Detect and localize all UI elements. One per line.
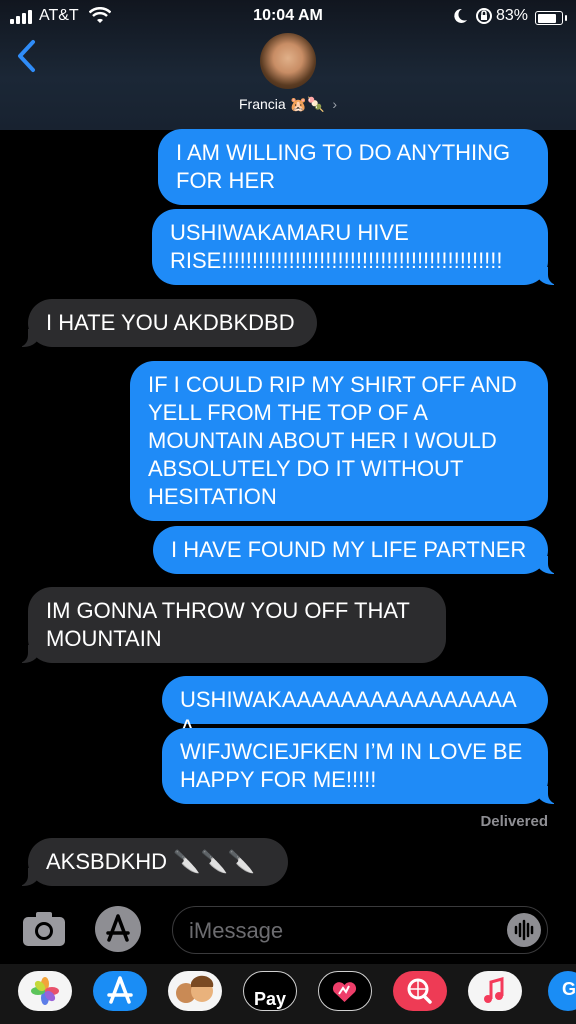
do-not-disturb-icon [454,8,467,23]
message-input[interactable]: iMessage [172,906,548,954]
message-bubble-received[interactable]: AKSBDKHD 🔪🔪🔪 [14,838,288,886]
contact-name-row[interactable]: Francia 🐹🍡 › [0,96,576,113]
message-bubble-sent[interactable]: I AM WILLING TO DO ANYTHING FOR HER [158,129,548,205]
message-text: AKSBDKHD 🔪🔪🔪 [46,849,256,874]
battery-percentage: 83% [496,7,529,24]
app-store-icon[interactable] [93,971,147,1011]
contact-avatar[interactable] [260,33,316,89]
delivered-status: Delivered [480,813,548,830]
contact-emoji: 🐹🍡 [289,96,325,112]
message-text: I AM WILLING TO DO ANYTHING FOR HER [176,140,511,193]
battery-icon [535,11,567,25]
camera-icon[interactable] [22,911,66,947]
apple-pay-label: Pay [253,989,287,1009]
message-text: I HAVE FOUND MY LIFE PARTNER [171,537,527,562]
message-bubble-sent[interactable]: USHIWAKAMARU HIVE RISE!!!!!!!!!!!!!!!!!!… [152,209,562,285]
gif-icon-label: G [562,979,576,999]
status-bar: AT&T 10:04 AM 83% [0,6,576,28]
message-text: IF I COULD RIP MY SHIRT OFF AND YELL FRO… [148,372,517,509]
message-text: WIFJWCIEJFKEN I’M IN LOVE BE HAPPY FOR M… [180,739,523,792]
message-bubble-sent[interactable]: WIFJWCIEJFKEN I’M IN LOVE BE HAPPY FOR M… [162,728,562,804]
chevron-right-icon: › [332,96,337,112]
conversation-header: AT&T 10:04 AM 83% Francia 🐹🍡 › [0,0,576,130]
music-icon[interactable] [468,971,522,1011]
rotation-lock-icon [476,8,492,24]
message-bubble-received[interactable]: I HATE YOU AKDBKDBD [14,299,317,347]
app-drawer: Pay G [0,964,576,1024]
memoji-icon[interactable] [168,971,222,1011]
audio-message-icon[interactable] [507,913,541,947]
digital-touch-icon[interactable] [318,971,372,1011]
message-bubble-sent[interactable]: USHIWAKAAAAAAAAAAAAAAAAA [162,676,548,740]
message-text: IM GONNA THROW YOU OFF THAT MOUNTAIN [46,598,410,651]
contact-name: Francia [238,96,286,112]
app-store-icon[interactable] [95,906,141,952]
apple-pay-icon[interactable]: Pay [243,971,297,1011]
message-bubble-sent[interactable]: IF I COULD RIP MY SHIRT OFF AND YELL FRO… [130,361,548,521]
web-search-icon[interactable] [393,971,447,1011]
message-input-placeholder: iMessage [189,918,284,943]
gif-icon[interactable]: G [548,971,576,1011]
message-text: I HATE YOU AKDBKDBD [46,310,295,335]
message-bubble-sent[interactable]: I HAVE FOUND MY LIFE PARTNER [153,526,562,574]
photos-icon[interactable] [18,971,72,1011]
back-chevron-icon[interactable] [14,38,38,74]
message-text: USHIWAKAMARU HIVE RISE!!!!!!!!!!!!!!!!!!… [170,220,503,273]
message-bubble-received[interactable]: IM GONNA THROW YOU OFF THAT MOUNTAIN [14,587,446,663]
